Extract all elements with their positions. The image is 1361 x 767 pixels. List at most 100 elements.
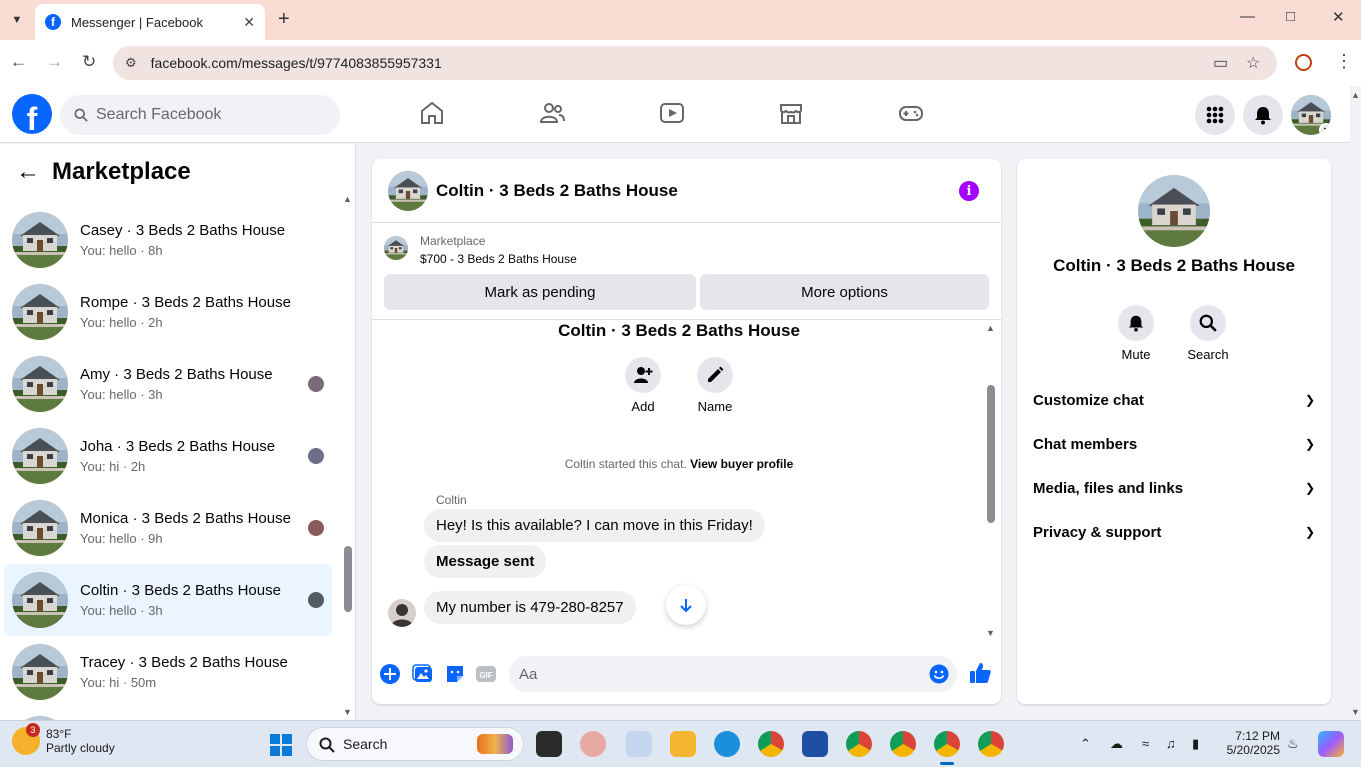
plus-circle-icon[interactable] <box>379 663 401 685</box>
chat-avatar[interactable] <box>388 171 428 211</box>
chrome-profile-icon[interactable] <box>890 731 916 757</box>
task-view-icon[interactable] <box>536 731 562 757</box>
search-in-conversation-button[interactable]: Search <box>1173 305 1243 362</box>
url-text: facebook.com/messages/t/9774083855957331 <box>150 55 442 71</box>
thread-scroll-up-icon[interactable]: ▲ <box>986 323 995 333</box>
minimize-icon[interactable]: — <box>1240 8 1255 25</box>
sidebar-scrollbar[interactable] <box>344 546 352 612</box>
conversation-item[interactable]: Monica · 3 Beds 2 Baths House You: hello… <box>4 492 332 564</box>
onedrive-icon[interactable]: ☁ <box>1110 736 1123 752</box>
sender-avatar[interactable] <box>388 599 416 627</box>
account-avatar[interactable]: ▼ <box>1291 95 1331 135</box>
thread-scroll-down-icon[interactable]: ▼ <box>986 628 995 638</box>
conversation-item-partial[interactable] <box>4 708 332 720</box>
tab-search-chevron-icon[interactable]: ▼ <box>6 9 28 31</box>
snipping-tool-icon[interactable] <box>626 731 652 757</box>
taskbar-clock[interactable]: 7:12 PM 5/20/2025 <box>1218 729 1280 757</box>
chrome-profile-icon[interactable] <box>846 731 872 757</box>
search-input[interactable] <box>96 106 316 124</box>
new-tab-icon[interactable]: + <box>278 9 290 29</box>
chat-members-section[interactable]: Chat members ❯ <box>1025 422 1323 466</box>
video-icon[interactable] <box>659 100 685 126</box>
browser-tab[interactable]: f Messenger | Facebook ✕ <box>35 4 265 40</box>
browser-profile-icon[interactable] <box>1295 54 1312 71</box>
thumbs-up-icon[interactable] <box>968 661 992 685</box>
message-input[interactable] <box>519 665 919 683</box>
facebook-search[interactable] <box>60 95 340 135</box>
sticker-icon[interactable] <box>444 663 466 685</box>
privacy-support-section[interactable]: Privacy & support ❯ <box>1025 510 1323 554</box>
view-buyer-profile-link[interactable]: View buyer profile <box>690 457 793 471</box>
notification-bell-icon[interactable]: ♨ <box>1287 736 1299 752</box>
install-app-icon[interactable]: ▭ <box>1213 53 1228 73</box>
mark-as-pending-button[interactable]: Mark as pending <box>384 274 696 310</box>
profile-avatar[interactable] <box>1138 175 1210 247</box>
conversation-item[interactable]: Joha · 3 Beds 2 Baths House You: hi · 2h <box>4 420 332 492</box>
pencil-icon <box>708 366 724 382</box>
conversation-item-active[interactable]: Coltin · 3 Beds 2 Baths House You: hello… <box>4 564 332 636</box>
scroll-to-bottom-button[interactable] <box>666 585 706 625</box>
show-hidden-icons-icon[interactable]: ⌃ <box>1080 736 1091 752</box>
back-icon[interactable]: ← <box>10 52 27 72</box>
browser-menu-icon[interactable]: ⋮ <box>1335 51 1353 72</box>
conversation-info-panel: Coltin · 3 Beds 2 Baths House Mute Searc… <box>1017 159 1331 704</box>
conversation-item[interactable]: Casey · 3 Beds 2 Baths House You: hello … <box>4 204 332 276</box>
name-chat-button[interactable]: Name <box>675 357 755 414</box>
photo-icon[interactable] <box>412 663 434 685</box>
marketplace-sidebar: ← Marketplace Casey · 3 Beds 2 Baths Hou… <box>0 144 356 720</box>
edge-icon[interactable] <box>714 731 740 757</box>
chat-title[interactable]: Coltin · 3 Beds 2 Baths House <box>436 181 678 201</box>
close-window-icon[interactable]: ✕ <box>1332 8 1345 26</box>
weather-widget[interactable]: 3 83°F Partly cloudy <box>12 723 115 755</box>
add-people-button[interactable]: Add <box>603 357 683 414</box>
chrome-profile-icon[interactable] <box>978 731 1004 757</box>
home-icon[interactable] <box>419 100 445 126</box>
message-bubble[interactable]: My number is 479-280-8257 <box>424 591 636 624</box>
back-arrow-icon[interactable]: ← <box>16 158 40 186</box>
gaming-icon[interactable] <box>898 100 924 126</box>
listing-title[interactable]: $700 - 3 Beds 2 Baths House <box>420 252 577 266</box>
message-input-field[interactable] <box>509 656 957 692</box>
scroll-down-arrow-icon[interactable]: ▼ <box>343 707 352 717</box>
site-info-icon[interactable]: ⚙ <box>125 55 137 71</box>
page-scroll-up-icon[interactable]: ▲ <box>1351 90 1360 100</box>
wifi-icon[interactable]: ≈ <box>1142 736 1149 751</box>
conversation-item[interactable]: Tracey · 3 Beds 2 Baths House You: hi · … <box>4 636 332 708</box>
reload-icon[interactable]: ↻ <box>82 52 96 72</box>
message-bubble[interactable]: Message sent <box>424 545 547 578</box>
info-icon[interactable]: i <box>959 181 979 201</box>
mute-button[interactable]: Mute <box>1101 305 1171 362</box>
menu-grid-button[interactable] <box>1195 95 1235 135</box>
bookmark-star-icon[interactable]: ☆ <box>1246 53 1260 73</box>
facebook-logo-icon[interactable]: f <box>12 94 52 134</box>
scroll-up-icon[interactable]: ▲ <box>343 194 352 204</box>
more-options-button[interactable]: More options <box>700 274 989 310</box>
battery-icon[interactable]: ▮ <box>1192 736 1199 752</box>
address-bar[interactable]: ⚙ facebook.com/messages/t/97740838559573… <box>113 46 1277 80</box>
conversation-item[interactable]: Rompe · 3 Beds 2 Baths House You: hello … <box>4 276 332 348</box>
message-bubble[interactable]: Hey! Is this available? I can move in th… <box>424 509 765 542</box>
close-tab-icon[interactable]: ✕ <box>243 14 255 31</box>
notifications-button[interactable] <box>1243 95 1283 135</box>
facebook-favicon-icon: f <box>45 14 61 30</box>
forward-icon[interactable]: → <box>46 52 63 72</box>
emoji-icon[interactable] <box>929 664 949 684</box>
taskbar-search[interactable]: Search <box>306 727 524 761</box>
gif-icon[interactable]: GIF <box>475 663 497 685</box>
media-files-links-section[interactable]: Media, files and links ❯ <box>1025 466 1323 510</box>
friends-icon[interactable] <box>539 100 565 126</box>
thread-scrollbar[interactable] <box>987 385 995 523</box>
chrome-icon[interactable] <box>758 731 784 757</box>
chrome-active-icon[interactable] <box>934 731 960 757</box>
customize-chat-section[interactable]: Customize chat ❯ <box>1025 378 1323 422</box>
copilot-icon[interactable] <box>1318 731 1344 757</box>
marketplace-icon[interactable] <box>778 100 804 126</box>
page-scroll-down-icon[interactable]: ▼ <box>1351 707 1360 717</box>
windows-start-icon[interactable] <box>270 734 292 756</box>
volume-icon[interactable]: ♫ <box>1166 736 1176 751</box>
app-icon[interactable] <box>580 731 606 757</box>
file-explorer-icon[interactable] <box>670 731 696 757</box>
maximize-icon[interactable]: □ <box>1286 8 1295 25</box>
store-icon[interactable] <box>802 731 828 757</box>
conversation-item[interactable]: Amy · 3 Beds 2 Baths House You: hello · … <box>4 348 332 420</box>
